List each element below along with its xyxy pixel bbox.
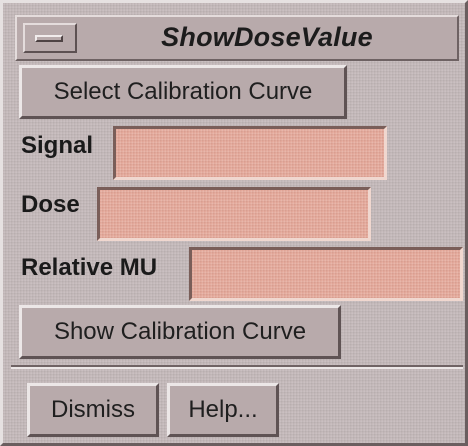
button-area-divider: [11, 365, 463, 369]
window-menu-button[interactable]: [23, 23, 77, 53]
window-title: ShowDoseValue: [161, 22, 373, 52]
dismiss-button[interactable]: Dismiss: [27, 383, 159, 437]
signal-label: Signal: [21, 132, 94, 159]
dose-input[interactable]: [100, 190, 368, 238]
show-calibration-curve-button[interactable]: Show Calibration Curve: [19, 305, 341, 359]
dose-field[interactable]: [97, 187, 371, 241]
show-dose-value-window: ShowDoseValue Select Calibration Curve S…: [0, 0, 468, 446]
signal-field[interactable]: [113, 126, 387, 180]
title-bar[interactable]: ShowDoseValue: [15, 15, 459, 61]
relative-mu-label: Relative MU: [21, 254, 158, 281]
select-calibration-curve-button[interactable]: Select Calibration Curve: [19, 65, 347, 119]
relative-mu-field[interactable]: [189, 247, 463, 301]
dose-label: Dose: [21, 191, 80, 218]
window-menu-icon: [35, 35, 63, 42]
help-button[interactable]: Help...: [167, 383, 279, 437]
relative-mu-input[interactable]: [192, 250, 460, 298]
signal-input[interactable]: [116, 129, 384, 177]
